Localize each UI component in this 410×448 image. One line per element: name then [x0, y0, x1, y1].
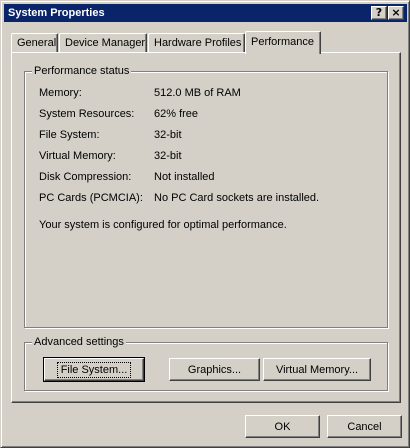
status-label: Disk Compression:: [39, 171, 132, 183]
status-message: Your system is configured for optimal pe…: [39, 219, 287, 231]
virtual-memory-button[interactable]: Virtual Memory...: [263, 358, 371, 381]
tab-general[interactable]: General: [11, 33, 58, 53]
performance-tab-page: Performance status Memory: 512.0 MB of R…: [11, 52, 401, 403]
close-button[interactable]: ×: [388, 6, 404, 20]
cancel-button[interactable]: Cancel: [327, 415, 402, 438]
file-system-button-label: File System...: [56, 361, 132, 378]
status-value: 512.0 MB of RAM: [154, 87, 241, 99]
performance-status-group: Performance status Memory: 512.0 MB of R…: [24, 64, 388, 328]
ok-button-label: OK: [274, 420, 291, 433]
help-button[interactable]: ?: [371, 6, 387, 20]
title-bar: System Properties ? ×: [4, 4, 407, 22]
status-label: Memory:: [39, 87, 82, 99]
tab-performance[interactable]: Performance: [245, 31, 321, 54]
status-value: No PC Card sockets are installed.: [154, 192, 320, 204]
system-properties-window: System Properties ? × General Device Man…: [0, 0, 410, 448]
tab-device-manager-label: Device Manager: [65, 37, 146, 49]
status-value: 32-bit: [154, 150, 182, 162]
tab-hardware-profiles-label: Hardware Profiles: [154, 37, 242, 49]
status-label: System Resources:: [39, 108, 135, 120]
ok-button[interactable]: OK: [245, 415, 320, 438]
status-value: Not installed: [154, 171, 215, 183]
window-title: System Properties: [8, 7, 105, 19]
advanced-settings-title: Advanced settings: [32, 335, 126, 349]
graphics-button-label: Graphics...: [187, 363, 242, 376]
cancel-button-label: Cancel: [347, 420, 382, 433]
file-system-button[interactable]: File System...: [43, 357, 145, 382]
graphics-button[interactable]: Graphics...: [169, 358, 260, 381]
tab-general-label: General: [17, 37, 57, 49]
status-value: 62% free: [154, 108, 199, 120]
virtual-memory-button-label: Virtual Memory...: [275, 363, 359, 376]
status-label: PC Cards (PCMCIA):: [39, 192, 143, 204]
advanced-settings-group: Advanced settings File System... Graphic…: [24, 335, 388, 391]
status-value: 32-bit: [154, 129, 182, 141]
performance-status-title: Performance status: [32, 64, 132, 78]
status-label: File System:: [39, 129, 100, 141]
tab-device-manager[interactable]: Device Manager: [59, 33, 147, 53]
status-label: Virtual Memory:: [39, 150, 116, 162]
tab-hardware-profiles[interactable]: Hardware Profiles: [148, 33, 245, 53]
tab-performance-label: Performance: [251, 36, 314, 48]
